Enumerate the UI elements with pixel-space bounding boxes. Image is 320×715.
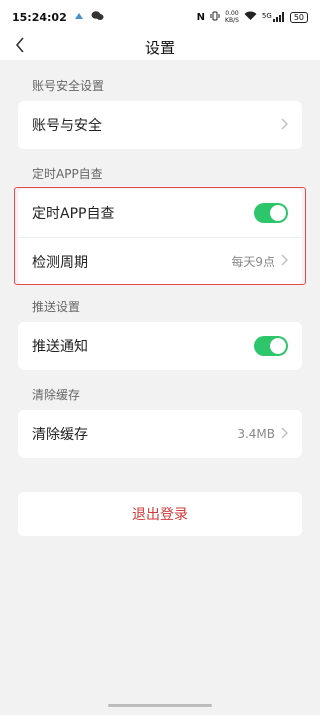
- section-header-auto-check: 定时APP自查: [32, 167, 103, 181]
- clear-cache-label: 清除缓存: [32, 427, 88, 443]
- cache-size-value: 3.4MB: [237, 427, 275, 441]
- check-period-value: 每天9点: [231, 255, 275, 269]
- toggle-knob: [270, 205, 286, 221]
- account-card: 账号与安全: [18, 101, 302, 149]
- battery-level: 50: [293, 12, 304, 22]
- status-time: 15:24:02: [12, 10, 67, 24]
- nav-bar: 设置: [0, 34, 320, 60]
- logout-button[interactable]: 退出登录: [18, 492, 302, 536]
- wifi-icon: [244, 11, 257, 24]
- net-speed: 0.00 KB/S: [225, 10, 239, 24]
- check-period-row[interactable]: 检测周期 每天9点: [18, 237, 302, 285]
- back-arrow-icon: [15, 37, 24, 53]
- section-header-account: 账号安全设置: [32, 79, 105, 93]
- account-security-label: 账号与安全: [32, 118, 102, 134]
- auto-check-toggle-label: 定时APP自查: [32, 206, 115, 222]
- notification-app-icon: [73, 11, 85, 24]
- settings-screen: 15:24:02 N 0.00 KB/S 5G 50 设置 账号安全设置 账号与…: [0, 0, 320, 715]
- status-bar: 15:24:02 N 0.00 KB/S 5G 50: [0, 0, 320, 34]
- net-speed-value: 0.00: [225, 10, 239, 17]
- cache-card: 清除缓存 3.4MB: [18, 410, 302, 458]
- page-title: 设置: [144, 38, 175, 57]
- status-right-cluster: N 0.00 KB/S 5G 50: [197, 10, 308, 24]
- vibrate-icon: [210, 11, 220, 24]
- signal-icon: 5G: [262, 12, 285, 22]
- chevron-right-icon: [281, 118, 288, 133]
- clear-cache-row[interactable]: 清除缓存 3.4MB: [18, 410, 302, 458]
- push-toggle-row: 推送通知: [18, 322, 302, 370]
- back-button[interactable]: [10, 34, 30, 56]
- net-speed-unit: KB/S: [225, 17, 239, 24]
- home-indicator[interactable]: [108, 704, 212, 707]
- push-toggle-label: 推送通知: [32, 339, 88, 355]
- chevron-right-icon: [281, 254, 288, 269]
- account-security-row[interactable]: 账号与安全: [18, 101, 302, 149]
- toggle-knob: [270, 338, 286, 354]
- network-type: 5G: [261, 12, 272, 20]
- wechat-icon: [91, 10, 104, 24]
- auto-check-toggle[interactable]: [254, 203, 288, 223]
- check-period-label: 检测周期: [32, 254, 88, 271]
- settings-content: 账号安全设置 账号与安全 定时APP自查 定时APP自查 检测周期 每天9点 推…: [0, 60, 320, 715]
- push-card: 推送通知: [18, 322, 302, 370]
- battery-icon: 50: [289, 11, 308, 23]
- auto-check-card: 定时APP自查 检测周期 每天9点: [18, 189, 302, 285]
- nfc-icon: N: [196, 11, 206, 23]
- push-toggle[interactable]: [254, 336, 288, 356]
- chevron-right-icon: [281, 427, 288, 442]
- auto-check-toggle-row: 定时APP自查: [18, 189, 302, 237]
- section-header-cache: 清除缓存: [32, 388, 81, 402]
- section-header-push: 推送设置: [32, 300, 81, 314]
